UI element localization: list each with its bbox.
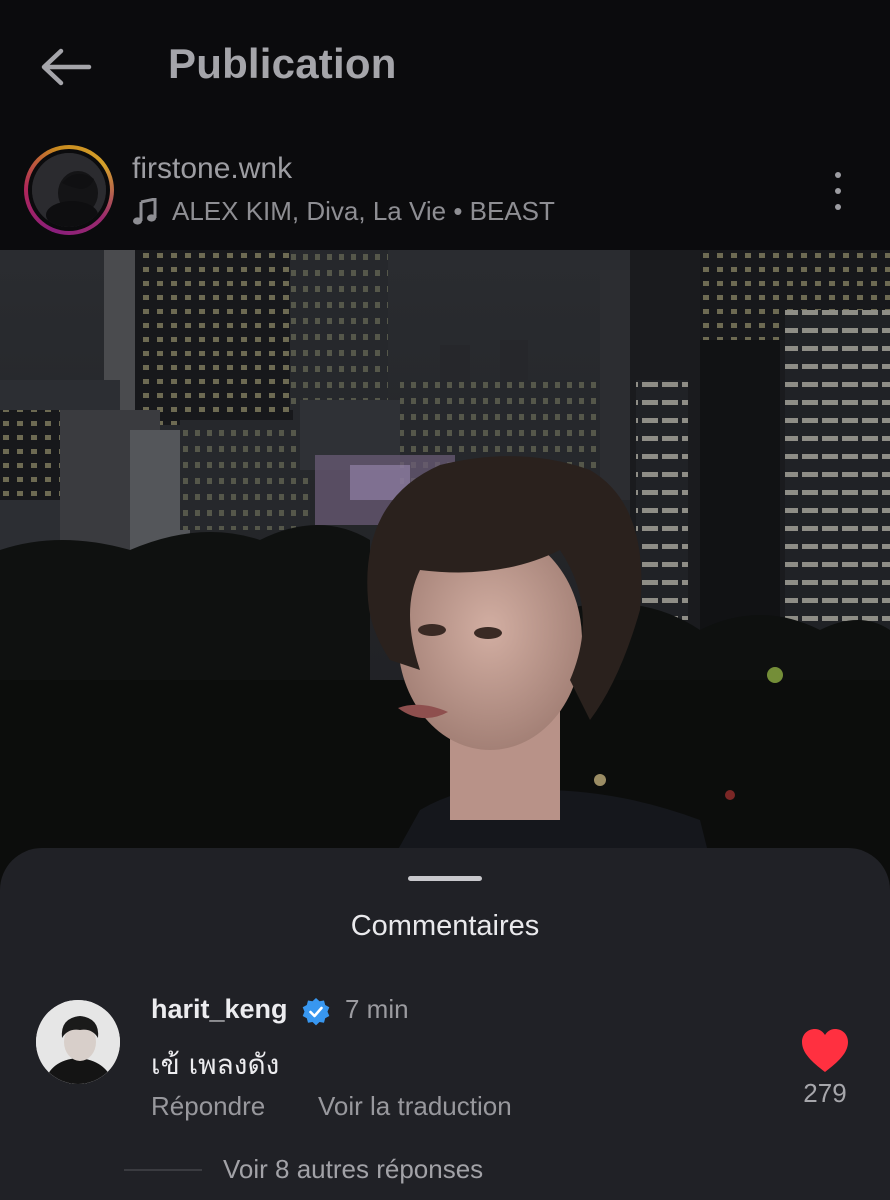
music-note-icon xyxy=(133,197,157,225)
comment-text: เข้ เพลงดัง xyxy=(151,1048,280,1081)
post-header: firstone.wnk ALEX KIM, Diva, La Vie • BE… xyxy=(0,130,890,250)
like-count: 279 xyxy=(803,1078,847,1108)
verified-badge-icon xyxy=(302,998,330,1026)
page-title: Publication xyxy=(168,40,397,87)
comment-time: 7 min xyxy=(345,994,409,1024)
sheet-drag-handle[interactable] xyxy=(408,876,482,881)
heart-icon[interactable] xyxy=(800,1028,850,1074)
story-avatar[interactable] xyxy=(24,145,114,235)
comment-username[interactable]: harit_keng xyxy=(151,994,288,1025)
comments-sheet: Commentaires harit_keng 7 min เข้ เพลงดั… xyxy=(0,848,890,1200)
view-more-replies-button[interactable]: Voir 8 autres réponses xyxy=(223,1154,483,1185)
music-attribution[interactable]: ALEX KIM, Diva, La Vie • BEAST xyxy=(132,196,555,227)
top-bar: Publication xyxy=(0,0,890,130)
reply-button[interactable]: Répondre xyxy=(151,1091,265,1122)
more-options-button[interactable] xyxy=(818,168,858,214)
post-photo[interactable] xyxy=(0,250,890,900)
back-button[interactable] xyxy=(34,40,96,94)
replies-divider xyxy=(124,1169,202,1171)
music-text: ALEX KIM, Diva, La Vie • BEAST xyxy=(172,196,555,226)
arrow-left-icon xyxy=(41,48,92,86)
avatar xyxy=(32,153,106,227)
comments-title: Commentaires xyxy=(350,910,540,942)
app-screen: Publication firstone.wnk ALEX KIM, Diva,… xyxy=(0,0,890,1200)
see-translation-button[interactable]: Voir la traduction xyxy=(318,1091,512,1122)
commenter-avatar[interactable] xyxy=(36,1000,120,1084)
post-username[interactable]: firstone.wnk xyxy=(132,152,292,186)
more-vertical-icon xyxy=(835,172,841,178)
